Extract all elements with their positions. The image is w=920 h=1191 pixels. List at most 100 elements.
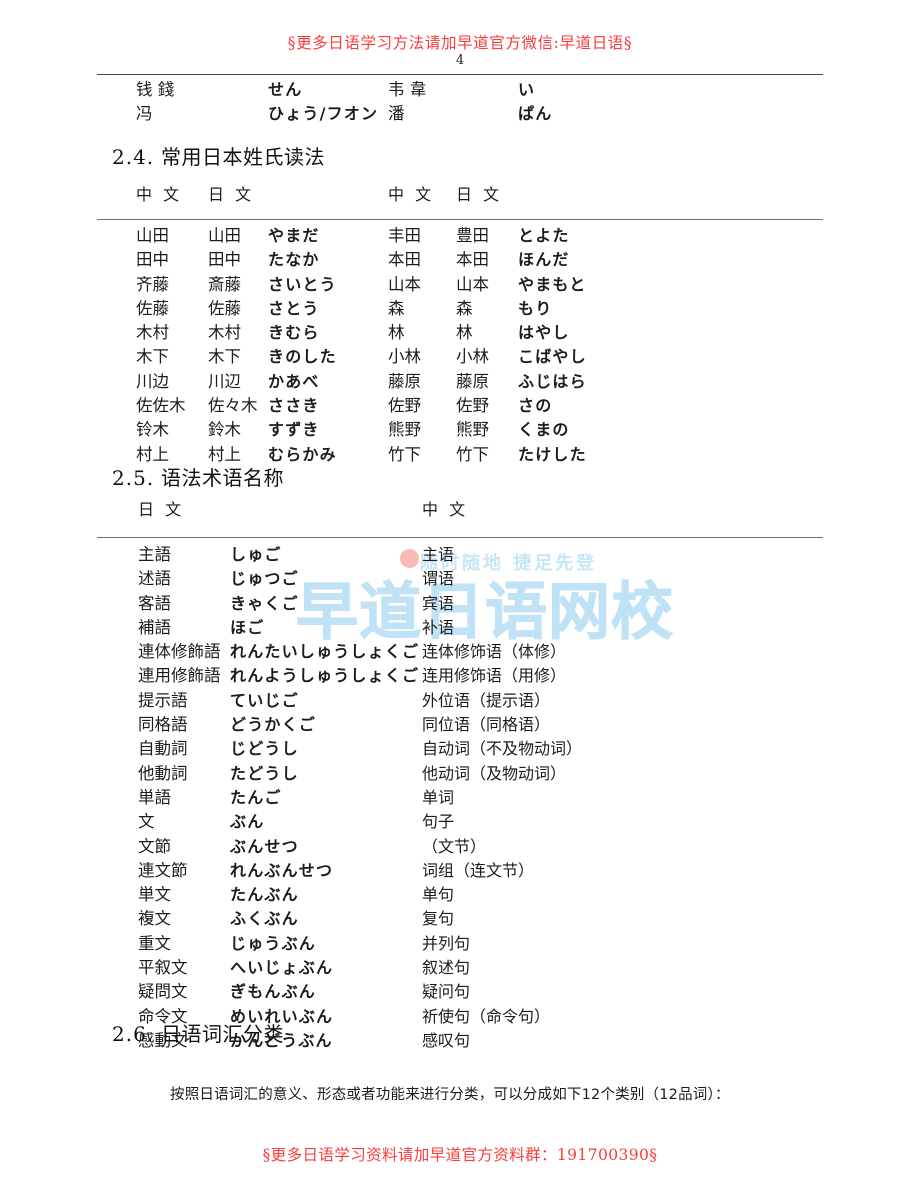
- table-row: 連用修飾語 れんようしゅうしょくご 连用修饰语（用修）: [0, 664, 920, 688]
- cell-chinese-left: 木村: [136, 323, 169, 343]
- cell-japanese-right: 小林: [456, 347, 489, 367]
- cell-japanese-right: 佐野: [456, 396, 489, 416]
- cell-kana-left: たなか: [268, 250, 320, 270]
- cell-chinese-term: 外位语（提示语）: [422, 690, 551, 710]
- cell-chinese-right: 本田: [388, 250, 421, 270]
- cell-chinese-term: 宾语: [422, 593, 455, 613]
- cell-japanese-term: 述語: [138, 569, 171, 589]
- cell-kana-right: たけした: [518, 444, 587, 464]
- table-row: 自動詞 じどうし 自动词（不及物动词）: [0, 737, 920, 761]
- cell-kana-left: すずき: [268, 420, 320, 440]
- cell-chinese-right: 山本: [388, 274, 421, 294]
- table-row: 田中 田中 たなか 本田 本田 ほんだ: [0, 248, 920, 272]
- cell-kana-reading: ほご: [230, 617, 265, 637]
- table-row: 钱 錢 せん 韦 韋 い: [0, 78, 920, 102]
- cell-kana-right: ぱん: [518, 104, 553, 124]
- table-row: 文 ぶん 句子: [0, 810, 920, 834]
- section-title-25: 语法术语名称: [161, 466, 285, 490]
- cell-chinese-left: 齐藤: [136, 274, 169, 294]
- cell-kana-reading: かんどうぶん: [230, 1030, 333, 1050]
- section-title-24: 常用日本姓氏读法: [161, 145, 326, 169]
- cell-kana-reading: へいじょぶん: [230, 958, 334, 978]
- cell-chinese-left: 铃木: [136, 420, 169, 440]
- section-26-paragraph: 按照日语词汇的意义、形态或者功能来进行分类，可以分成如下12个类别（12品词）：: [170, 1087, 730, 1103]
- table-row: 同格語 どうかくご 同位语（同格语）: [0, 713, 920, 737]
- cell-japanese-right: 本田: [456, 250, 489, 270]
- cell-japanese-term: 主語: [138, 545, 171, 564]
- cell-chinese-term: 主语: [422, 545, 455, 564]
- cell-japanese-term: 疑問文: [138, 982, 188, 1002]
- document-page: §更多日语学习方法请加早道官方微信:早道日语§ 4 钱 錢 せん 韦 韋 い冯 ひょう/…: [0, 0, 920, 1191]
- cell-japanese-term: 同格語: [138, 715, 188, 735]
- header-japanese-left: 日 文: [208, 185, 255, 204]
- cell-kana-left: ささき: [268, 396, 320, 416]
- cell-chinese-right: 森: [388, 298, 405, 318]
- table-row: 木村 木村 きむら 林 林 はやし: [0, 321, 920, 345]
- table-row: 平叙文 へいじょぶん 叙述句: [0, 956, 920, 980]
- cell-kana-reading: ふくぶん: [230, 909, 299, 929]
- cell-chinese-left: 山田: [136, 226, 169, 245]
- cell-chinese-term: 复句: [422, 909, 455, 929]
- cell-chinese-left: 钱 錢: [136, 80, 175, 99]
- section-number-25: 2.5.: [112, 466, 155, 490]
- cell-japanese-left: 木村: [208, 323, 241, 343]
- cell-kana-right: やまもと: [518, 274, 587, 294]
- cell-japanese-term: 複文: [138, 909, 171, 929]
- cell-kana-right: こばやし: [518, 347, 587, 367]
- cell-chinese-right: 竹下: [388, 444, 421, 464]
- cell-kana-reading: れんぶんせつ: [230, 860, 334, 880]
- cell-japanese-right: 竹下: [456, 444, 489, 464]
- cell-japanese-term: 連用修飾語: [138, 666, 221, 686]
- cell-chinese-term: 同位语（同格语）: [422, 715, 551, 735]
- cell-chinese-term: （文节）: [422, 836, 487, 856]
- cell-japanese-left: 田中: [208, 250, 241, 270]
- cell-chinese-left: 佐佐木: [136, 396, 186, 416]
- grammar-table-rule: [97, 537, 823, 538]
- cell-chinese-term: 他动词（及物动词）: [422, 763, 567, 783]
- surname-table-headers: 中 文日 文中 文日 文: [0, 183, 920, 207]
- cell-japanese-term: 客語: [138, 593, 171, 613]
- cell-kana-right: はやし: [518, 323, 570, 343]
- cell-kana-right: くまの: [518, 420, 570, 440]
- table-row: 冯 ひょう/フオン潘 ぱん: [0, 102, 920, 126]
- table-row: 単語 たんご 单词: [0, 786, 920, 810]
- cell-japanese-right: 豊田: [456, 226, 489, 245]
- cell-kana-reading: ていじご: [230, 690, 299, 710]
- surname-table-rule: [97, 219, 823, 220]
- table-row: 疑問文 ぎもんぶん 疑问句: [0, 980, 920, 1004]
- cell-japanese-right: 熊野: [456, 420, 489, 440]
- surname-continuation-table: 钱 錢 せん 韦 韋 い冯 ひょう/フオン潘 ぱん: [0, 78, 920, 127]
- cell-japanese-term: 連文節: [138, 860, 188, 880]
- cell-chinese-term: 并列句: [422, 933, 471, 953]
- cell-chinese-right: 小林: [388, 347, 421, 367]
- table-row: 客語 きゃくご 宾语: [0, 592, 920, 616]
- cell-chinese-term: 补语: [422, 617, 455, 637]
- table-row: 主語 しゅご 主语: [0, 543, 920, 567]
- cell-japanese-term: 連体修飾語: [138, 642, 221, 662]
- table-row: 補語 ほご 补语: [0, 616, 920, 640]
- cell-chinese-term: 叙述句: [422, 958, 471, 978]
- cell-chinese-left: 冯: [136, 104, 153, 124]
- table-row: 命令文 めいれいぶん 祈使句（命令句）: [0, 1005, 920, 1029]
- header-chinese-right: 中 文: [388, 185, 435, 204]
- cell-japanese-term: 提示語: [138, 690, 188, 710]
- cell-kana-right: とよた: [518, 226, 570, 245]
- surname-table: 山田 山田 やまだ 丰田 豊田 とよた 田中 田中 たなか 本田 本田 ほんだ 齐藤 斎藤 さいとう 山本 山本…: [0, 224, 920, 467]
- cell-kana-left: さいとう: [268, 274, 337, 294]
- cell-chinese-right: 林: [388, 323, 405, 343]
- table-row: 感動文 かんどうぶん 感叹句: [0, 1029, 920, 1053]
- cell-kana-left: やまだ: [268, 226, 320, 245]
- cell-kana-reading: れんようしゅうしょくご: [230, 666, 420, 686]
- cell-kana-reading: じゅつご: [230, 569, 299, 589]
- running-head: §更多日语学习方法请加早道官方微信:早道日语§: [287, 34, 633, 52]
- cell-chinese-right: 韦 韋: [388, 80, 427, 99]
- table-row: 連体修飾語 れんたいしゅうしょくご 连体修饰语（体修）: [0, 640, 920, 664]
- cell-chinese-term: 感叹句: [422, 1030, 471, 1050]
- cell-japanese-left: 山田: [208, 226, 241, 245]
- cell-chinese-term: 谓语: [422, 569, 455, 589]
- cell-kana-reading: めいれいぶん: [230, 1006, 334, 1026]
- table-header-row: 中 文日 文中 文日 文: [0, 183, 920, 207]
- cell-kana-reading: じどうし: [230, 739, 299, 759]
- cell-japanese-left: 佐々木: [208, 396, 258, 416]
- table-row: 重文 じゅうぶん 并列句: [0, 932, 920, 956]
